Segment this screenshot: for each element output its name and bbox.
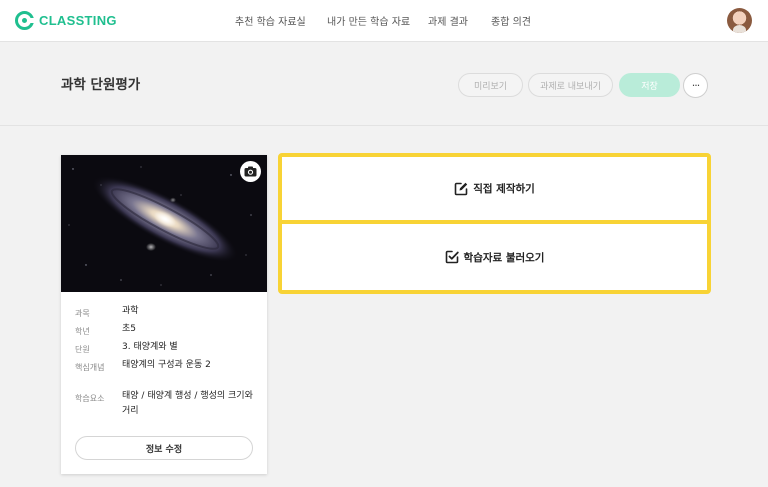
create-directly-label: 직접 제작하기 — [473, 183, 535, 195]
edit-icon — [454, 182, 468, 195]
edit-info-button[interactable]: 정보 수정 — [75, 436, 253, 460]
info-value-subject: 과학 — [122, 306, 139, 316]
import-check-icon — [445, 250, 459, 264]
more-icon: ··· — [691, 79, 700, 92]
create-directly-button[interactable]: 직접 제작하기 — [282, 157, 707, 220]
info-label-unit: 단원 — [75, 345, 90, 354]
camera-icon — [244, 166, 257, 177]
save-button[interactable]: 저장 — [619, 73, 680, 97]
page-header: 과학 단원평가 미리보기 과제로 내보내기 저장 ··· — [0, 43, 768, 126]
change-image-button[interactable] — [240, 161, 261, 182]
top-navigation-bar: CLASSTING 추천 학습 자료실 내가 만든 학습 자료 과제 결과 종합… — [0, 0, 768, 42]
info-value-unit: 3. 태양계와 별 — [122, 342, 178, 352]
nav-item-overall-comments[interactable]: 종합 의견 — [491, 13, 531, 28]
page-title: 과학 단원평가 — [61, 77, 141, 93]
info-label-learning-elements: 학습요소 — [75, 394, 105, 403]
nav-item-my-materials[interactable]: 내가 만든 학습 자료 — [327, 13, 410, 28]
more-options-button[interactable]: ··· — [683, 73, 708, 98]
info-label-core-concept: 핵심개념 — [75, 363, 105, 372]
logo-text: CLASSTING — [39, 13, 117, 28]
info-value-learning-elements: 태양 / 태양계 행성 / 행성의 크기와 거리 — [122, 391, 253, 416]
nav-item-assignment-results[interactable]: 과제 결과 — [428, 13, 468, 28]
creation-options-panel: 직접 제작하기 학습자료 불러오기 — [278, 153, 711, 294]
import-materials-label: 학습자료 불러오기 — [463, 251, 545, 264]
info-value-grade: 초5 — [122, 324, 137, 334]
info-value-core-concept: 태양계의 구성과 운동 2 — [122, 360, 211, 370]
user-avatar[interactable] — [727, 8, 752, 33]
import-materials-button[interactable]: 학습자료 불러오기 — [282, 224, 707, 290]
export-to-assignment-button[interactable]: 과제로 내보내기 — [528, 73, 613, 97]
material-info-card: 과목 과학 학년 초5 단원 3. 태양계와 별 핵심개념 태양계의 구성과 운… — [61, 155, 267, 474]
info-label-grade: 학년 — [75, 327, 90, 336]
cover-image — [61, 155, 267, 292]
preview-button[interactable]: 미리보기 — [458, 73, 523, 97]
nav-item-recommended[interactable]: 추천 학습 자료실 — [235, 13, 306, 28]
galaxy-image-icon — [61, 155, 267, 292]
classting-logo[interactable]: CLASSTING — [15, 11, 117, 30]
classting-logo-icon — [15, 11, 34, 30]
info-label-subject: 과목 — [75, 309, 90, 318]
